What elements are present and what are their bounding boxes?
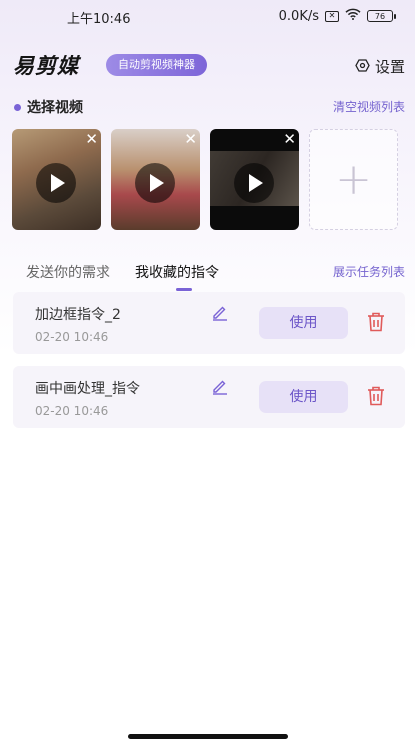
section-title: 选择视频 <box>14 97 83 117</box>
home-indicator <box>128 734 288 739</box>
command-card: 加边框指令_2 02-20 10:46 使用 <box>13 292 405 354</box>
app-logo: 易剪媒 <box>13 54 79 78</box>
tab-send-request[interactable]: 发送你的需求 <box>26 262 110 282</box>
edit-icon[interactable] <box>211 303 229 321</box>
section-dot-icon <box>14 103 21 111</box>
settings-icon <box>355 58 370 76</box>
add-video-button[interactable]: + <box>309 129 398 230</box>
slogan-badge: 自动剪视频神器 <box>106 54 207 76</box>
status-bar: 上午10:46 0.0K/s ✕ 76 <box>0 0 415 32</box>
video-thumbnail-list: ✕ ✕ ✕ + <box>12 129 398 230</box>
network-speed: 0.0K/s <box>278 8 319 24</box>
command-time: 02-20 10:46 <box>35 404 109 418</box>
settings-label: 设置 <box>374 58 405 76</box>
video-thumbnail[interactable]: ✕ <box>111 129 200 230</box>
plus-icon: + <box>335 153 372 205</box>
command-card: 画中画处理_指令 02-20 10:46 使用 <box>13 366 405 428</box>
section-title-text: 选择视频 <box>27 100 83 116</box>
remove-video-icon[interactable]: ✕ <box>85 130 98 148</box>
command-name: 加边框指令_2 <box>35 307 121 323</box>
video-thumbnail[interactable]: ✕ <box>210 129 299 230</box>
command-name: 画中画处理_指令 <box>35 381 140 397</box>
battery-icon: 76 <box>367 10 396 22</box>
play-icon[interactable] <box>234 163 274 203</box>
remove-video-icon[interactable]: ✕ <box>184 130 197 148</box>
no-sim-icon: ✕ <box>325 10 339 22</box>
trash-icon[interactable] <box>367 386 385 406</box>
trash-icon[interactable] <box>367 312 385 332</box>
command-time: 02-20 10:46 <box>35 330 109 344</box>
settings-button[interactable]: 设置 <box>355 56 405 77</box>
edit-icon[interactable] <box>211 377 229 395</box>
show-task-list-link[interactable]: 展示任务列表 <box>333 263 405 280</box>
use-button[interactable]: 使用 <box>259 381 348 413</box>
status-indicators: 0.0K/s ✕ 76 <box>278 8 396 24</box>
status-time: 上午10:46 <box>67 12 131 27</box>
video-thumbnail[interactable]: ✕ <box>12 129 101 230</box>
clear-video-list-link[interactable]: 清空视频列表 <box>333 98 405 115</box>
tab-favorite-commands[interactable]: 我收藏的指令 <box>135 262 219 291</box>
use-button[interactable]: 使用 <box>259 307 348 339</box>
tab-bar: 发送你的需求 我收藏的指令 <box>26 262 219 291</box>
remove-video-icon[interactable]: ✕ <box>283 130 296 148</box>
play-icon[interactable] <box>135 163 175 203</box>
wifi-icon <box>345 8 361 24</box>
play-icon[interactable] <box>36 163 76 203</box>
